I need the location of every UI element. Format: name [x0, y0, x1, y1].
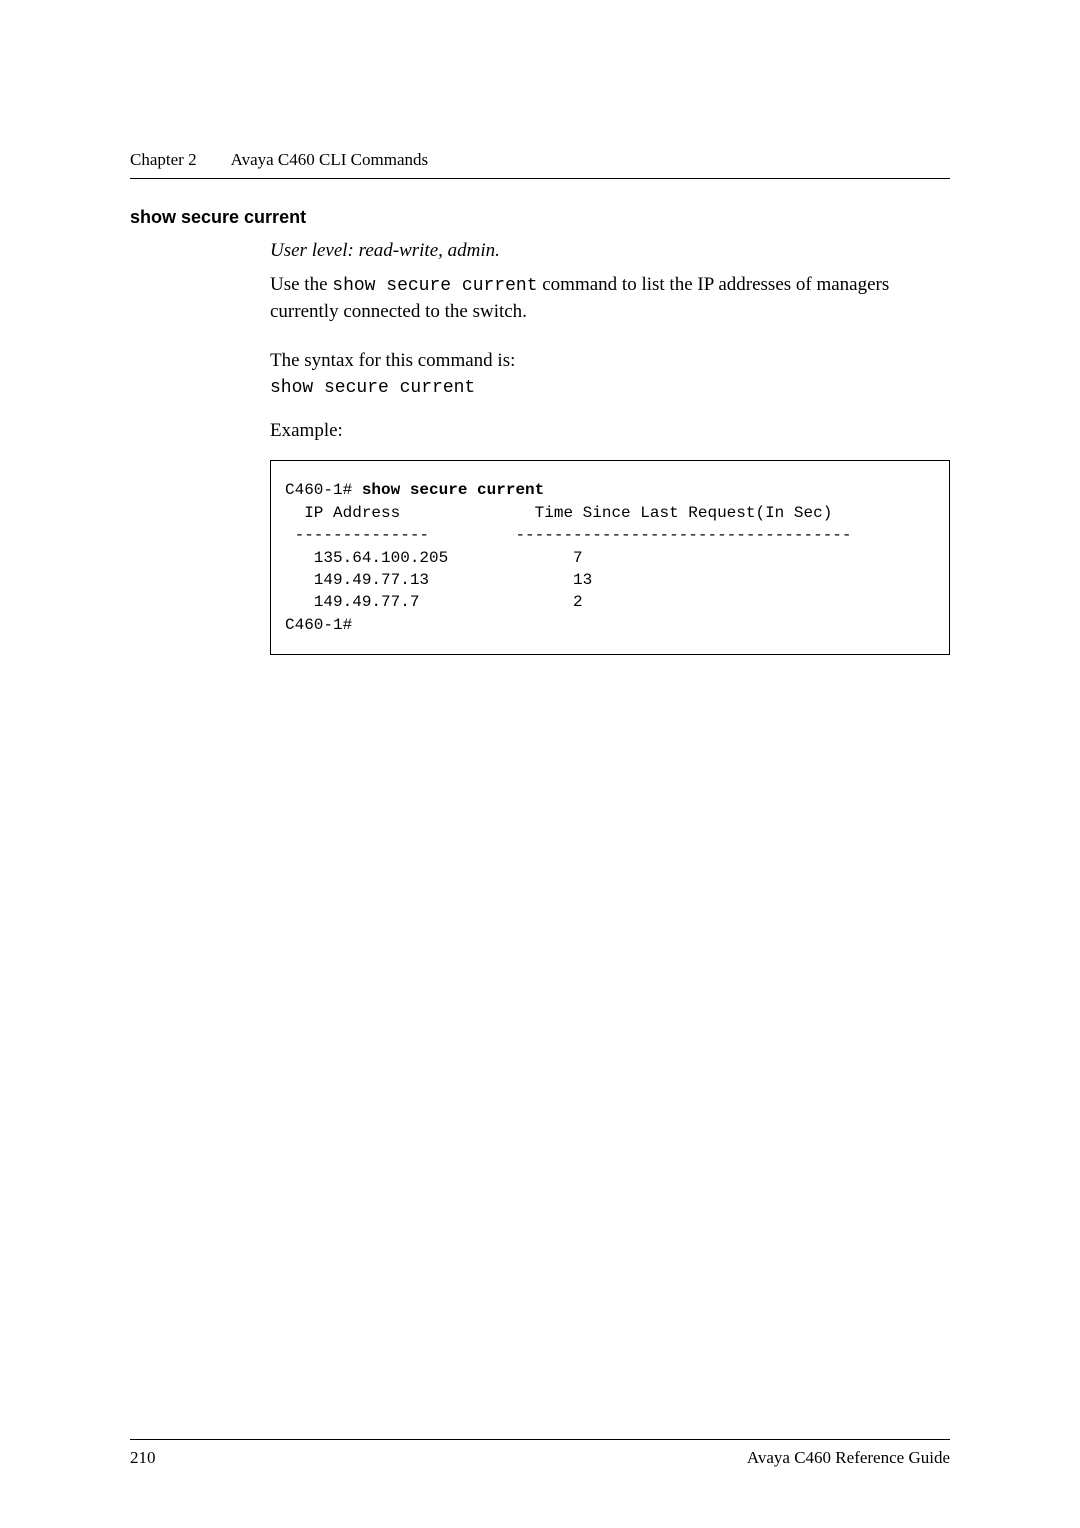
page-number: 210	[130, 1448, 156, 1468]
example-code-box: C460-1# show secure current IP Address T…	[270, 460, 950, 655]
example-col2-header: Time Since Last Request(In Sec)	[535, 504, 833, 522]
example-prompt2: C460-1#	[285, 616, 352, 634]
syntax-code: show secure current	[270, 378, 950, 398]
example-label: Example:	[270, 420, 950, 442]
content-block: User level: read-write, admin. Use the s…	[270, 240, 950, 655]
example-command: show secure current	[362, 481, 544, 499]
example-prompt1: C460-1#	[285, 481, 362, 499]
description-pre: Use the	[270, 274, 332, 295]
description-code: show secure current	[332, 276, 537, 296]
chapter-title: Avaya C460 CLI Commands	[231, 150, 429, 169]
example-row1: 135.64.100.205 7	[285, 549, 583, 567]
example-col1-header: IP Address	[285, 504, 400, 522]
example-row2: 149.49.77.13 13	[285, 571, 592, 589]
page-footer: 210 Avaya C460 Reference Guide	[130, 1439, 950, 1468]
doc-title: Avaya C460 Reference Guide	[747, 1448, 950, 1468]
section-title: show secure current	[130, 207, 950, 228]
chapter-label: Chapter 2	[130, 150, 197, 169]
example-div1: -------------- -------------------------…	[285, 526, 852, 544]
page-header: Chapter 2 Avaya C460 CLI Commands	[130, 150, 950, 179]
user-level: User level: read-write, admin.	[270, 240, 950, 262]
example-row3: 149.49.77.7 2	[285, 593, 583, 611]
syntax-label: The syntax for this command is:	[270, 348, 950, 375]
description: Use the show secure current command to l…	[270, 272, 950, 326]
